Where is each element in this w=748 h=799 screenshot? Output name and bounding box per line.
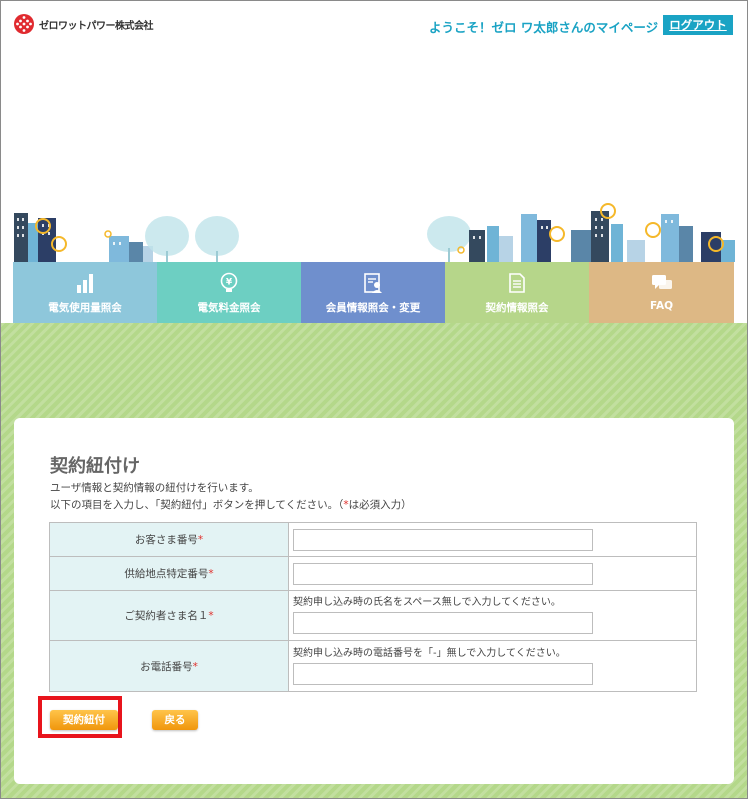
city-skyline-illustration [14, 203, 735, 262]
back-button[interactable]: 戻る [152, 710, 198, 730]
field-cell: 契約申し込み時の電話番号を「-」無しで入力してください。 [288, 640, 697, 692]
phone-number-input[interactable] [293, 662, 593, 685]
field-cell [288, 522, 697, 557]
form-row-customer-number: お客さま番号* [49, 522, 697, 557]
contractor-name-input[interactable] [293, 612, 593, 634]
svg-text:¥: ¥ [226, 278, 233, 288]
page-frame: ゼロワットパワー株式会社 ようこそ！ゼロ ワ太郎さんのマイページ ログアウト 電… [0, 0, 748, 799]
field-cell: 契約申し込み時の氏名をスペース無しで入力してください。 [288, 590, 697, 641]
tab-contract-info[interactable]: 契約情報照会 [445, 262, 589, 323]
speech-bubbles-icon [651, 275, 672, 289]
contract-link-form: お客さま番号* 供給地点特定番号* ご契約者さま名１* 契約申し込み時の氏名をス… [49, 522, 697, 692]
form-row-contractor-name: ご契約者さま名１* 契約申し込み時の氏名をスペース無しで入力してください。 [49, 590, 697, 641]
company-name: ゼロワットパワー株式会社 [39, 20, 154, 32]
company-logo[interactable]: ゼロワットパワー株式会社 [13, 13, 154, 35]
member-card-icon [364, 273, 382, 293]
bar-chart-icon [77, 274, 93, 293]
customer-number-input[interactable] [293, 528, 593, 551]
lightbulb-yen-icon: ¥ [220, 272, 238, 292]
tab-electricity-charges[interactable]: ¥ 電気料金照会 [157, 262, 301, 323]
tab-electricity-usage[interactable]: 電気使用量照会 [13, 262, 157, 323]
field-label: 供給地点特定番号* [49, 556, 289, 591]
form-card: 契約紐付け ユーザ情報と契約情報の紐付けを行います。 以下の項目を入力し、「契約… [14, 418, 734, 784]
main-nav: 電気使用量照会 ¥ 電気料金照会 会員情報照会・変更 契約情報照会 FAQ [13, 262, 734, 323]
tab-faq[interactable]: FAQ [589, 262, 734, 323]
logout-button[interactable]: ログアウト [663, 15, 733, 35]
tab-member-info[interactable]: 会員情報照会・変更 [301, 262, 445, 323]
tab-label: 電気使用量照会 [48, 302, 122, 314]
field-label: お電話番号* [49, 640, 289, 692]
tab-label: 電気料金照会 [197, 302, 261, 314]
contract-link-button[interactable]: 契約紐付 [50, 710, 118, 730]
tab-label: 契約情報照会 [485, 302, 549, 314]
supply-point-number-input[interactable] [293, 562, 593, 585]
tab-label: FAQ [649, 300, 674, 312]
field-label: お客さま番号* [49, 522, 289, 557]
description-line-1: ユーザ情報と契約情報の紐付けを行います。 [50, 482, 259, 494]
field-hint: 契約申し込み時の氏名をスペース無しで入力してください。 [293, 597, 561, 608]
header: ゼロワットパワー株式会社 ようこそ！ゼロ ワ太郎さんのマイページ ログアウト [1, 1, 747, 51]
form-row-phone-number: お電話番号* 契約申し込み時の電話番号を「-」無しで入力してください。 [49, 640, 697, 692]
field-cell [288, 556, 697, 591]
description-line-2: 以下の項目を入力し、「契約紐付」ボタンを押してください。（*は必須入力） [50, 497, 412, 512]
page-title: 契約紐付け [50, 456, 140, 477]
tab-label: 会員情報照会・変更 [325, 302, 421, 314]
logo-diamond-icon [14, 14, 34, 34]
field-label: ご契約者さま名１* [49, 590, 289, 641]
document-icon [509, 273, 525, 293]
welcome-message: ようこそ！ゼロ ワ太郎さんのマイページ [429, 20, 659, 35]
description-text: 以下の項目を入力し、「契約紐付」ボタンを押してください。（ [50, 499, 344, 511]
description-text: は必須入力） [348, 499, 412, 511]
field-hint: 契約申し込み時の電話番号を「-」無しで入力してください。 [293, 647, 566, 659]
form-row-supply-point-number: 供給地点特定番号* [49, 556, 697, 591]
